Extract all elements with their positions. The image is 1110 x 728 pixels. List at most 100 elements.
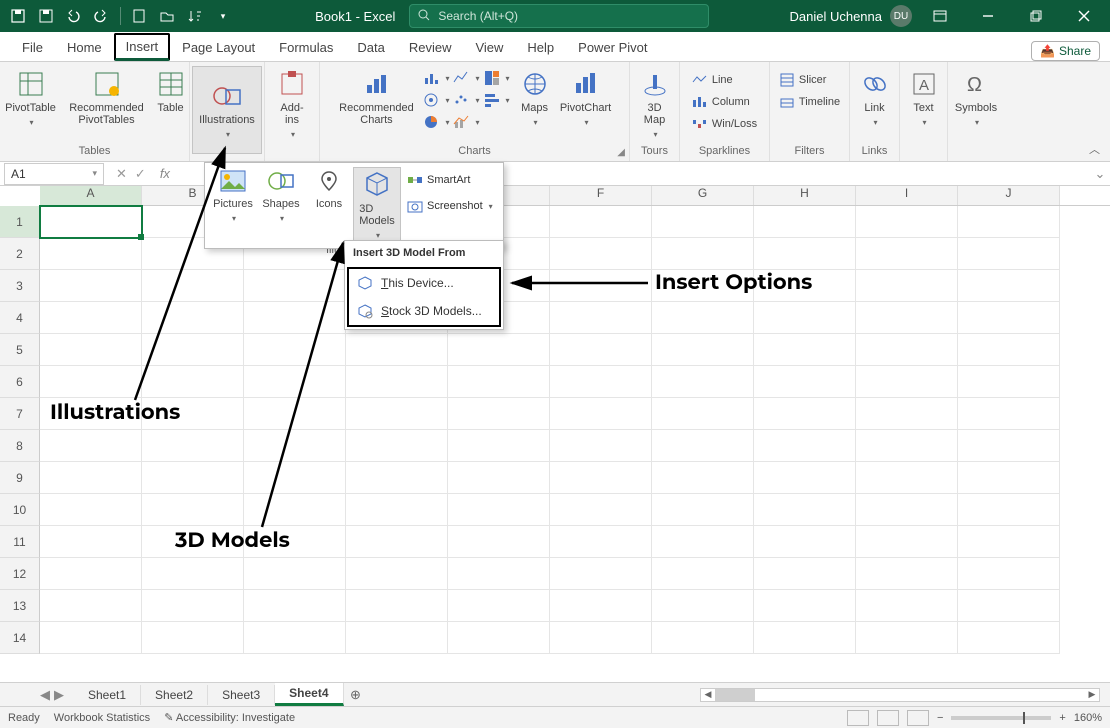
cell-C6[interactable]	[244, 366, 346, 398]
cell-J2[interactable]	[958, 238, 1060, 270]
expand-formula-bar-icon[interactable]: ⌄	[1090, 166, 1110, 182]
cell-J8[interactable]	[958, 430, 1060, 462]
cell-C4[interactable]	[244, 302, 346, 334]
add-ins-button[interactable]: Add- ins	[270, 66, 314, 142]
cell-J10[interactable]	[958, 494, 1060, 526]
row-header-8[interactable]: 8	[0, 430, 40, 462]
cell-G14[interactable]	[652, 622, 754, 654]
cell-H9[interactable]	[754, 462, 856, 494]
cell-F7[interactable]	[550, 398, 652, 430]
cell-F10[interactable]	[550, 494, 652, 526]
row-header-4[interactable]: 4	[0, 302, 40, 334]
cell-B3[interactable]	[142, 270, 244, 302]
cell-C7[interactable]	[244, 398, 346, 430]
enter-formula-icon[interactable]: ✓	[135, 166, 146, 182]
cell-A9[interactable]	[40, 462, 142, 494]
recommended-pivottables-button[interactable]: Recommended PivotTables	[63, 66, 151, 128]
cell-H2[interactable]	[754, 238, 856, 270]
shapes-button[interactable]: Shapes	[257, 167, 305, 244]
cell-A8[interactable]	[40, 430, 142, 462]
cell-F1[interactable]	[550, 206, 652, 238]
slicer-button[interactable]: Slicer	[779, 70, 840, 90]
cell-C8[interactable]	[244, 430, 346, 462]
cell-A5[interactable]	[40, 334, 142, 366]
column-header-G[interactable]: G	[652, 186, 754, 205]
cell-I2[interactable]	[856, 238, 958, 270]
view-page-break-button[interactable]	[907, 710, 929, 726]
this-device-option[interactable]: This Device...	[349, 269, 499, 297]
tab-view[interactable]: View	[463, 34, 515, 61]
cell-E6[interactable]	[448, 366, 550, 398]
illustrations-button[interactable]: Illustrations	[192, 66, 262, 154]
screenshot-button[interactable]: Screenshot	[407, 195, 493, 217]
3d-map-button[interactable]: 3D Map	[635, 66, 675, 142]
new-sheet-button[interactable]: ⊕	[344, 687, 368, 703]
autosave-toggle[interactable]	[6, 4, 30, 28]
zoom-out-button[interactable]: −	[937, 712, 943, 724]
row-header-6[interactable]: 6	[0, 366, 40, 398]
symbols-button[interactable]: ΩSymbols	[951, 66, 1001, 130]
cell-I13[interactable]	[856, 590, 958, 622]
cell-C12[interactable]	[244, 558, 346, 590]
cell-A1[interactable]	[40, 206, 142, 238]
cell-A2[interactable]	[40, 238, 142, 270]
cell-A4[interactable]	[40, 302, 142, 334]
cell-J7[interactable]	[958, 398, 1060, 430]
cell-J5[interactable]	[958, 334, 1060, 366]
cell-D11[interactable]	[346, 526, 448, 558]
redo-icon[interactable]	[90, 4, 114, 28]
cell-I7[interactable]	[856, 398, 958, 430]
cell-I1[interactable]	[856, 206, 958, 238]
column-chart-button[interactable]	[423, 68, 449, 88]
sheet-nav-prev-icon[interactable]: ◀	[40, 687, 50, 703]
cancel-formula-icon[interactable]: ✕	[116, 166, 127, 182]
maximize-button[interactable]	[1016, 0, 1056, 32]
column-header-F[interactable]: F	[550, 186, 652, 205]
row-header-1[interactable]: 1	[0, 206, 40, 238]
horizontal-scrollbar[interactable]: ◀ ▶	[700, 688, 1100, 702]
cell-G5[interactable]	[652, 334, 754, 366]
row-header-2[interactable]: 2	[0, 238, 40, 270]
cell-B5[interactable]	[142, 334, 244, 366]
name-box[interactable]: A1▾	[4, 163, 104, 185]
pivotchart-button[interactable]: PivotChart	[556, 66, 616, 130]
cell-I5[interactable]	[856, 334, 958, 366]
cell-B10[interactable]	[142, 494, 244, 526]
cell-B13[interactable]	[142, 590, 244, 622]
status-workbook-stats[interactable]: Workbook Statistics	[54, 712, 150, 724]
ribbon-display-options-icon[interactable]	[920, 0, 960, 32]
save-icon[interactable]	[34, 4, 58, 28]
cell-D5[interactable]	[346, 334, 448, 366]
tab-data[interactable]: Data	[345, 34, 396, 61]
sheet-tab-1[interactable]: Sheet1	[74, 685, 141, 705]
cell-F4[interactable]	[550, 302, 652, 334]
cell-F14[interactable]	[550, 622, 652, 654]
view-normal-button[interactable]	[847, 710, 869, 726]
cell-E7[interactable]	[448, 398, 550, 430]
tab-file[interactable]: File	[10, 34, 55, 61]
cell-D13[interactable]	[346, 590, 448, 622]
cell-E8[interactable]	[448, 430, 550, 462]
collapse-ribbon-icon[interactable]: ︿	[1089, 141, 1100, 157]
pictures-button[interactable]: Pictures	[209, 167, 257, 244]
row-header-3[interactable]: 3	[0, 270, 40, 302]
cell-F2[interactable]	[550, 238, 652, 270]
sort-icon[interactable]	[183, 4, 207, 28]
cell-E13[interactable]	[448, 590, 550, 622]
tab-help[interactable]: Help	[515, 34, 566, 61]
treemap-chart-button[interactable]	[484, 68, 510, 88]
cell-F5[interactable]	[550, 334, 652, 366]
cell-I8[interactable]	[856, 430, 958, 462]
cell-A12[interactable]	[40, 558, 142, 590]
cell-I10[interactable]	[856, 494, 958, 526]
cell-J14[interactable]	[958, 622, 1060, 654]
cell-I4[interactable]	[856, 302, 958, 334]
pivottable-button[interactable]: PivotTable	[0, 66, 63, 130]
search-box[interactable]: Search (Alt+Q)	[409, 4, 709, 28]
cell-J11[interactable]	[958, 526, 1060, 558]
sparkline-column-button[interactable]: Column	[692, 92, 757, 112]
cell-G11[interactable]	[652, 526, 754, 558]
sheet-tab-4[interactable]: Sheet4	[275, 683, 343, 706]
zoom-level[interactable]: 160%	[1074, 712, 1102, 724]
row-header-5[interactable]: 5	[0, 334, 40, 366]
